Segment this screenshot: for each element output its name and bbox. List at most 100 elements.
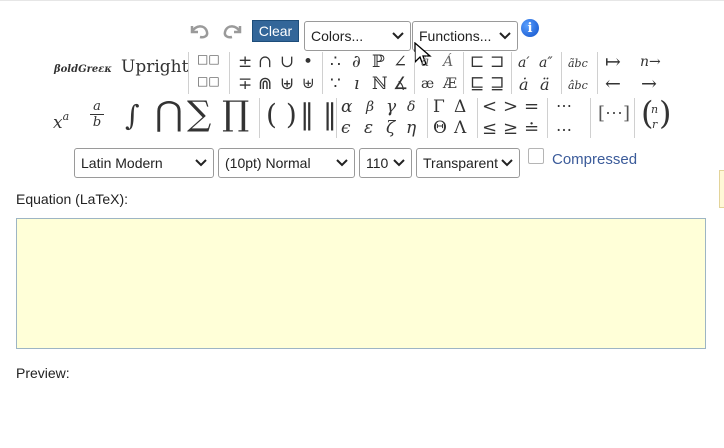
dpi-select-value: 110 (366, 155, 389, 171)
sqsupset-symbol[interactable]: ⊐ (490, 52, 504, 72)
ldots-symbol[interactable]: … (556, 116, 572, 135)
background-select[interactable]: Transparent (416, 148, 520, 178)
fraction-denominator: b (90, 114, 104, 130)
prime-symbol[interactable]: a′ (518, 55, 530, 71)
compressed-checkbox[interactable] (528, 148, 544, 164)
Delta-symbol[interactable]: Δ (454, 97, 466, 117)
epsilon-symbol[interactable]: ϵ (341, 118, 351, 138)
prod-symbol[interactable]: ∏ (222, 94, 249, 134)
varepsilon-symbol[interactable]: ε (364, 118, 373, 138)
ddot-accent-symbol[interactable]: ä (540, 75, 550, 94)
because-symbol[interactable]: ∵ (330, 74, 341, 94)
dpi-select[interactable]: 110 (359, 148, 412, 178)
ge-symbol[interactable]: ≥ (503, 118, 518, 139)
measangle-symbol[interactable]: ∡ (393, 74, 408, 94)
box-layout-2[interactable]: □□ (197, 74, 220, 88)
divider (561, 52, 562, 94)
beta-symbol[interactable]: β (366, 99, 374, 115)
dprime-symbol[interactable]: a″ (539, 55, 553, 71)
bullet-symbol[interactable]: • (303, 52, 313, 72)
bigcap-symbol[interactable]: ⋂ (155, 94, 183, 134)
gt-symbol[interactable]: > (503, 96, 518, 117)
biguplus-symbol[interactable]: ⊎ (302, 74, 315, 92)
fraction-template[interactable]: a b (90, 99, 104, 130)
preview-label: Preview: (16, 365, 70, 381)
divider (597, 52, 598, 94)
le-symbol[interactable]: ≤ (482, 118, 497, 139)
Cap-symbol[interactable]: ⋒ (258, 74, 272, 94)
size-select[interactable]: (10pt) Normal (218, 148, 355, 178)
divider (229, 52, 230, 94)
divider (322, 52, 323, 94)
AE-symbol[interactable]: Æ (443, 76, 457, 92)
therefore-symbol[interactable]: ∴ (330, 52, 341, 72)
pm-symbol[interactable]: ± (238, 52, 252, 72)
divider (477, 98, 478, 138)
clear-button[interactable]: Clear (252, 20, 299, 42)
widetilde-symbol[interactable]: ãbc (568, 57, 588, 70)
chevron-down-icon (195, 159, 207, 167)
Lambda-symbol[interactable]: Λ (454, 118, 466, 138)
zeta-symbol[interactable]: ζ (386, 118, 395, 138)
preview-area (16, 385, 706, 440)
info-icon[interactable]: i (521, 19, 539, 37)
dot-accent-symbol[interactable]: ȧ (519, 75, 529, 94)
eq-symbol[interactable]: = (524, 96, 539, 117)
divider (414, 52, 415, 94)
sqsupseteq-symbol[interactable]: ⊒ (490, 74, 504, 94)
mp-symbol[interactable]: ∓ (238, 74, 252, 94)
cap-symbol[interactable]: ∩ (258, 52, 272, 72)
colors-select[interactable]: Colors... (304, 21, 411, 51)
boldgreek-style[interactable]: βoldGreεκ (54, 64, 112, 75)
widehat-symbol[interactable]: âbc (568, 79, 588, 92)
norm-symbol[interactable]: ‖ ‖ (300, 98, 337, 131)
font-select[interactable]: Latin Modern (74, 148, 214, 178)
alpha-symbol[interactable]: α (341, 97, 352, 117)
box-layout-1[interactable]: □□ (197, 52, 220, 66)
superscript-template[interactable]: xa (53, 110, 69, 133)
n-to-symbol[interactable]: n→ (640, 54, 661, 70)
imath-symbol[interactable]: ı (354, 74, 359, 94)
gamma-symbol[interactable]: γ (386, 97, 396, 117)
compressed-label[interactable]: Compressed (552, 151, 637, 168)
undo-icon[interactable] (186, 20, 212, 42)
divider (427, 98, 428, 138)
uplus-symbol[interactable]: ⊎ (280, 74, 294, 94)
eta-symbol[interactable]: η (406, 118, 416, 138)
superscript-exp: a (62, 110, 70, 123)
divider (463, 52, 464, 94)
integral-symbol[interactable]: ∫ (125, 99, 140, 132)
angle-symbol[interactable]: ∠ (393, 52, 407, 72)
bbN-symbol[interactable]: ℕ (372, 74, 388, 94)
cup-symbol[interactable]: ∪ (280, 52, 294, 72)
redo-icon[interactable] (220, 20, 246, 42)
lt-symbol[interactable]: < (482, 96, 497, 117)
acute-a-symbol[interactable]: á (421, 54, 429, 70)
binomial-template[interactable]: ( n r ) (641, 94, 671, 136)
parens-symbol[interactable]: ( ) (266, 98, 297, 131)
sum-symbol[interactable]: ∑ (187, 94, 211, 134)
side-panel-tab[interactable] (719, 170, 724, 208)
sqsubset-symbol[interactable]: ⊏ (470, 52, 484, 72)
delta-symbol[interactable]: δ (407, 99, 415, 115)
leftarrow-symbol[interactable]: ← (605, 73, 621, 95)
chevron-down-icon (336, 159, 348, 167)
sqsubseteq-symbol[interactable]: ⊑ (470, 74, 484, 94)
doteq-symbol[interactable]: ≐ (524, 118, 539, 139)
acute-A-symbol[interactable]: Á (443, 54, 453, 70)
ae-symbol[interactable]: æ (421, 76, 434, 92)
binom-bottom: r (652, 118, 658, 131)
partial-symbol[interactable]: ∂ (352, 52, 361, 72)
top-divider (0, 0, 724, 1)
matrix-template[interactable]: [⋯] (598, 103, 630, 124)
equation-input[interactable] (16, 218, 706, 349)
mapsto-symbol[interactable]: ↦ (605, 51, 621, 73)
Theta-symbol[interactable]: Θ (433, 118, 447, 138)
upright-style[interactable]: Upright (121, 57, 188, 77)
cdots-symbol[interactable]: ⋯ (556, 96, 572, 115)
rightarrow-symbol[interactable]: → (641, 73, 657, 95)
Gamma-symbol[interactable]: Γ (433, 97, 445, 117)
binom-top: n (651, 103, 659, 116)
bbP-symbol[interactable]: ℙ (372, 52, 385, 72)
binom-right-paren: ) (659, 94, 672, 132)
